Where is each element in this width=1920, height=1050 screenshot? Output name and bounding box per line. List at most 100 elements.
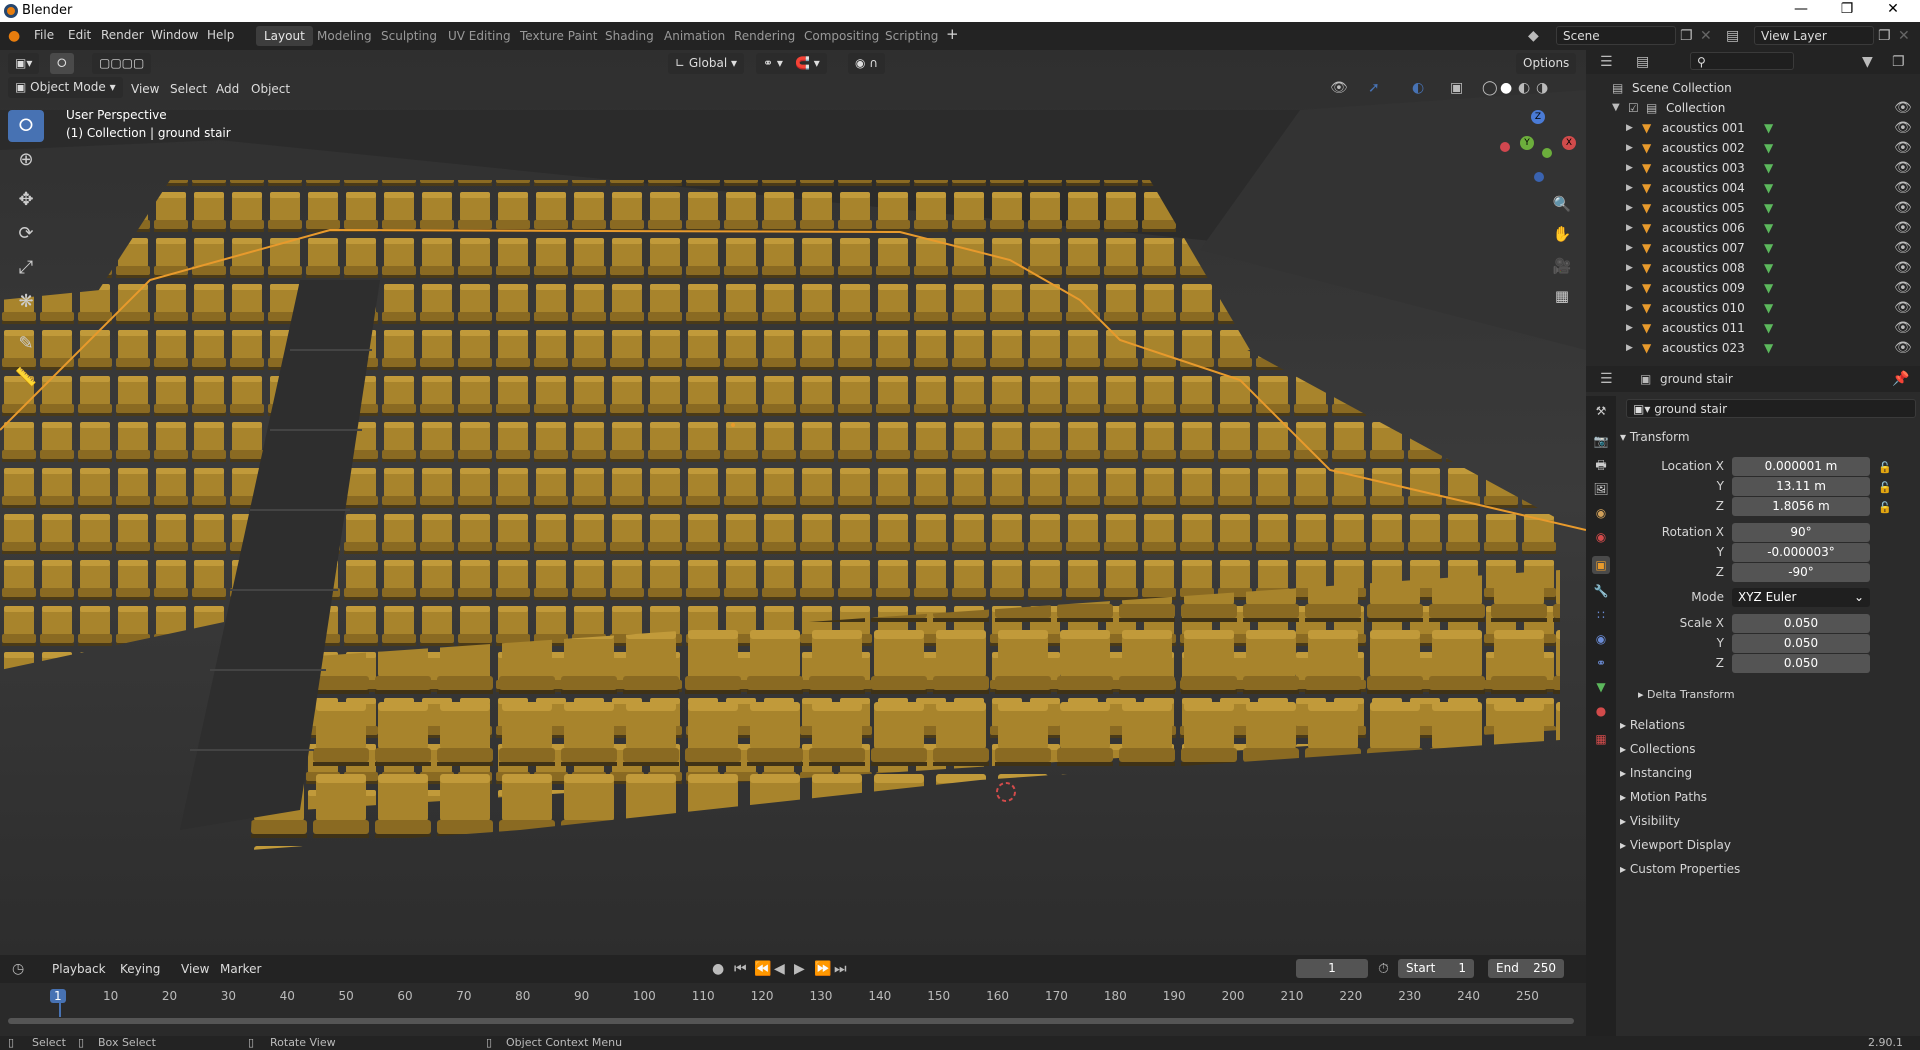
play-icon[interactable]: ▶ (794, 962, 805, 976)
outliner-item[interactable]: ▶ ▼ acoustics 001 ▼ 👁 (1586, 118, 1920, 138)
tab-layout[interactable]: Layout (256, 26, 313, 46)
record-icon[interactable]: ● (712, 962, 724, 976)
gizmo-x-axis[interactable]: X (1562, 136, 1576, 150)
expand-arrow-icon[interactable]: ▶ (1626, 321, 1633, 335)
gizmo-neg-z[interactable] (1534, 172, 1544, 182)
properties-section[interactable]: ▸ Custom Properties (1620, 862, 1740, 876)
menu-view[interactable]: View (181, 962, 209, 976)
outliner-item[interactable]: ▶ ▼ acoustics 003 ▼ 👁 (1586, 158, 1920, 178)
overlay-toggle-icon[interactable]: ◐ (1412, 81, 1424, 95)
outliner-scene-collection[interactable]: ▤ Scene Collection (1586, 78, 1920, 98)
close-icon[interactable]: ✕ (1870, 1, 1916, 21)
pivot-dropdown[interactable]: ⚭ ▾ (756, 53, 790, 74)
outliner-item[interactable]: ▶ ▼ acoustics 009 ▼ 👁 (1586, 278, 1920, 298)
eye-icon[interactable]: 👁 (1894, 181, 1912, 195)
timeline-scrollbar[interactable] (8, 1018, 1574, 1024)
gizmo-toggle-icon[interactable]: ➚ (1368, 81, 1380, 95)
scale-tool[interactable]: ⤢ (8, 252, 44, 284)
add-workspace-button[interactable]: + (946, 25, 959, 43)
tab-scripting[interactable]: Scripting (877, 26, 946, 46)
cursor-tool[interactable]: ⊕ (8, 144, 44, 176)
menu-object[interactable]: Object (251, 82, 290, 96)
editor-type-icon[interactable]: ◷ (12, 962, 24, 976)
menu-view[interactable]: View (131, 82, 159, 96)
snap-dropdown[interactable]: 🧲 ▾ (788, 53, 827, 74)
properties-section[interactable]: ▸ Motion Paths (1620, 790, 1707, 804)
menu-add[interactable]: Add (216, 82, 239, 96)
current-frame-field[interactable]: 1 (1296, 959, 1368, 978)
new-view-layer-icon[interactable]: ❐ (1878, 29, 1891, 43)
render-tab-icon[interactable]: 📷 (1592, 432, 1610, 450)
rotate-tool[interactable]: ⟳ (8, 218, 44, 250)
expand-arrow-icon[interactable]: ▶ (1626, 161, 1633, 175)
editor-type-icon[interactable]: ☰ (1600, 372, 1613, 386)
select-tool-button[interactable]: ⭘ (50, 53, 74, 74)
jump-start-icon[interactable]: ⏮ (734, 962, 747, 976)
eye-icon[interactable]: 👁 (1894, 341, 1912, 355)
physics-tab-icon[interactable]: ◉ (1592, 630, 1610, 648)
outliner-search-input[interactable]: ⚲ (1690, 52, 1794, 70)
eye-icon[interactable]: 👁 (1894, 301, 1912, 315)
properties-section[interactable]: ▸ Relations (1620, 718, 1685, 732)
next-keyframe-icon[interactable]: ⏩ (814, 962, 831, 976)
object-mode-dropdown[interactable]: ▣ Object Mode ▾ (8, 77, 123, 98)
delta-transform-header[interactable]: ▸ Delta Transform (1638, 688, 1735, 701)
view-layer-selector[interactable]: View Layer (1754, 26, 1874, 45)
outliner-item[interactable]: ▶ ▼ acoustics 002 ▼ 👁 (1586, 138, 1920, 158)
new-scene-icon[interactable]: ❐ (1680, 29, 1693, 43)
properties-section[interactable]: ▸ Instancing (1620, 766, 1692, 780)
orientation-dropdown[interactable]: ∟ Global ▾ (668, 53, 744, 74)
expand-arrow-icon[interactable]: ▶ (1626, 261, 1633, 275)
pin-icon[interactable]: 📌 (1892, 372, 1909, 386)
transform-tool[interactable]: ❋ (8, 286, 44, 318)
scene-selector[interactable]: Scene (1556, 26, 1676, 45)
outliner-item[interactable]: ▶ ▼ acoustics 010 ▼ 👁 (1586, 298, 1920, 318)
prev-keyframe-icon[interactable]: ⏪ (754, 962, 771, 976)
proportional-editing-toggle[interactable]: ◉ ∩ (848, 53, 886, 74)
jump-end-icon[interactable]: ⏭ (834, 962, 847, 976)
tab-uv-editing[interactable]: UV Editing (440, 26, 519, 46)
eye-icon[interactable]: 👁 (1894, 141, 1912, 155)
measure-tool[interactable]: 📏 (8, 362, 44, 394)
outliner-item[interactable]: ▶ ▼ acoustics 005 ▼ 👁 (1586, 198, 1920, 218)
gizmo-neg-x[interactable] (1500, 142, 1510, 152)
outliner-item[interactable]: ▶ ▼ acoustics 011 ▼ 👁 (1586, 318, 1920, 338)
move-tool[interactable]: ✥ (8, 184, 44, 216)
expand-arrow-icon[interactable]: ▶ (1626, 201, 1633, 215)
expand-arrow-icon[interactable]: ▶ (1626, 121, 1633, 135)
menu-select[interactable]: Select (170, 82, 207, 96)
editor-type-icon[interactable]: ☰ (1600, 55, 1613, 69)
menu-keying[interactable]: Keying (120, 962, 160, 976)
eye-icon[interactable]: 👁 (1894, 201, 1912, 215)
filter-icon[interactable]: ▼ (1862, 55, 1873, 69)
texture-tab-icon[interactable]: ▦ (1592, 730, 1610, 748)
expand-arrow-icon[interactable]: ▼ (1612, 101, 1620, 115)
eye-icon[interactable]: 👁 (1894, 221, 1912, 235)
menu-window[interactable]: Window (151, 28, 198, 42)
lock-icon[interactable]: 🔓 (1878, 478, 1892, 498)
tab-compositing[interactable]: Compositing (796, 26, 887, 46)
menu-marker[interactable]: Marker (220, 962, 261, 976)
gizmo-neg-y[interactable] (1542, 148, 1552, 158)
options-dropdown[interactable]: Options (1516, 53, 1577, 74)
editor-type-button[interactable]: ▣▾ (8, 53, 40, 74)
annotate-tool[interactable]: ✎ (8, 328, 44, 360)
object-name-field[interactable]: ▣▾ ground stair (1626, 399, 1916, 418)
blender-menu-icon[interactable]: ● (8, 29, 20, 43)
world-tab-icon[interactable]: ◉ (1592, 528, 1610, 546)
eye-icon[interactable]: 👁 (1894, 241, 1912, 255)
perspective-toggle-icon[interactable]: ▦ (1548, 282, 1576, 310)
solid-shading-icon[interactable]: ● (1500, 81, 1512, 95)
xray-toggle-icon[interactable]: ▣ (1450, 81, 1463, 95)
select-box-tool[interactable]: ⭘ (8, 110, 44, 142)
playhead[interactable]: 1 (50, 989, 66, 1003)
camera-view-icon[interactable]: 🎥 (1548, 252, 1576, 280)
scale-y-field[interactable]: 0.050 (1732, 634, 1870, 653)
wireframe-shading-icon[interactable]: ◯ (1482, 81, 1498, 95)
outliner-item[interactable]: ▶ ▼ acoustics 006 ▼ 👁 (1586, 218, 1920, 238)
expand-arrow-icon[interactable]: ▶ (1626, 341, 1633, 355)
minimize-icon[interactable]: — (1778, 1, 1824, 21)
checkbox-icon[interactable]: ☑ (1628, 101, 1639, 115)
outliner-item[interactable]: ▶ ▼ acoustics 007 ▼ 👁 (1586, 238, 1920, 258)
location-y-field[interactable]: 13.11 m (1732, 477, 1870, 496)
